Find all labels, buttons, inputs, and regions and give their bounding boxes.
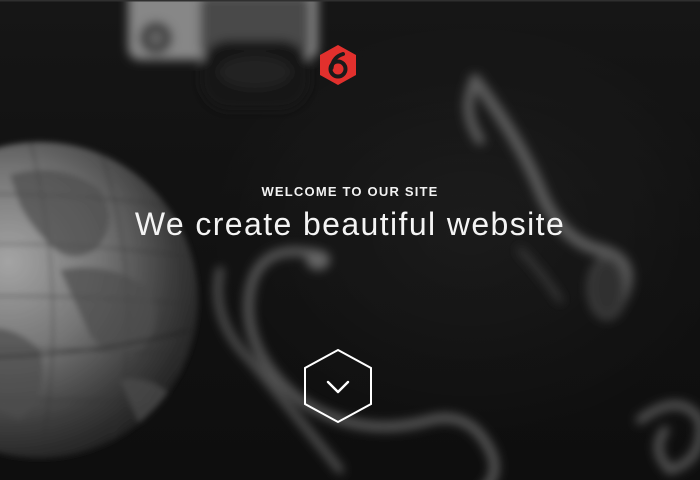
scroll-down-hexagon: [304, 348, 372, 424]
scroll-down-button[interactable]: [302, 348, 374, 424]
hero-eyebrow: WELCOME TO OUR SITE: [261, 184, 439, 199]
hero-headline: We create beautiful website: [134, 206, 566, 242]
hero-section: 6 WELCOME TO OUR SITE We create beautifu…: [0, 0, 700, 480]
hexagon-six-logo[interactable]: 6: [318, 44, 358, 86]
chevron-down-icon: [326, 380, 350, 394]
logo-hexagon-shape: [320, 45, 356, 85]
